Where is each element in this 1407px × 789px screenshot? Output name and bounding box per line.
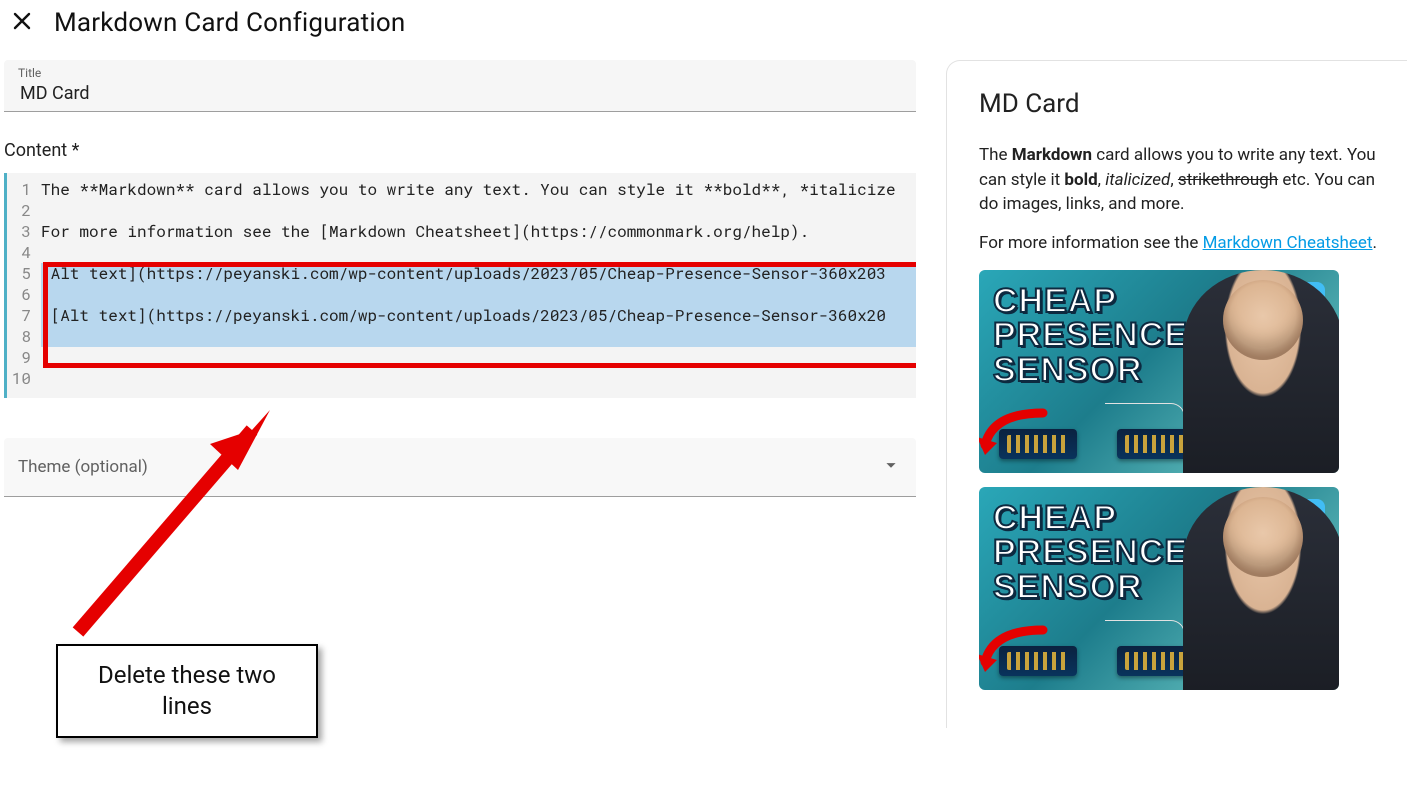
preview-image-1: CHEAP PRESENCE SENSOR bbox=[979, 270, 1339, 473]
preview-card: MD Card The Markdown card allows you to … bbox=[946, 60, 1407, 728]
markdown-cheatsheet-link[interactable]: Markdown Cheatsheet bbox=[1203, 233, 1373, 253]
page-title: Markdown Card Configuration bbox=[54, 8, 405, 38]
close-icon[interactable] bbox=[10, 9, 34, 37]
preview-paragraph-2: For more information see the Markdown Ch… bbox=[979, 231, 1383, 256]
title-field[interactable]: Title bbox=[4, 60, 916, 112]
preview-title: MD Card bbox=[979, 89, 1383, 119]
theme-select[interactable]: Theme (optional) bbox=[4, 438, 916, 497]
editor-gutter: 12345678910 bbox=[7, 173, 37, 398]
content-label: Content * bbox=[4, 140, 916, 161]
title-input[interactable] bbox=[18, 82, 902, 105]
content-editor[interactable]: 12345678910 The **Markdown** card allows… bbox=[4, 173, 916, 398]
preview-paragraph-1: The Markdown card allows you to write an… bbox=[979, 143, 1383, 217]
title-label: Title bbox=[18, 66, 902, 80]
annotation-callout: Delete these two lines bbox=[56, 644, 318, 738]
chevron-down-icon bbox=[880, 454, 902, 480]
preview-image-2: CHEAP PRESENCE SENSOR bbox=[979, 487, 1339, 690]
theme-placeholder: Theme (optional) bbox=[18, 457, 148, 477]
editor-code[interactable]: The **Markdown** card allows you to writ… bbox=[37, 173, 916, 398]
